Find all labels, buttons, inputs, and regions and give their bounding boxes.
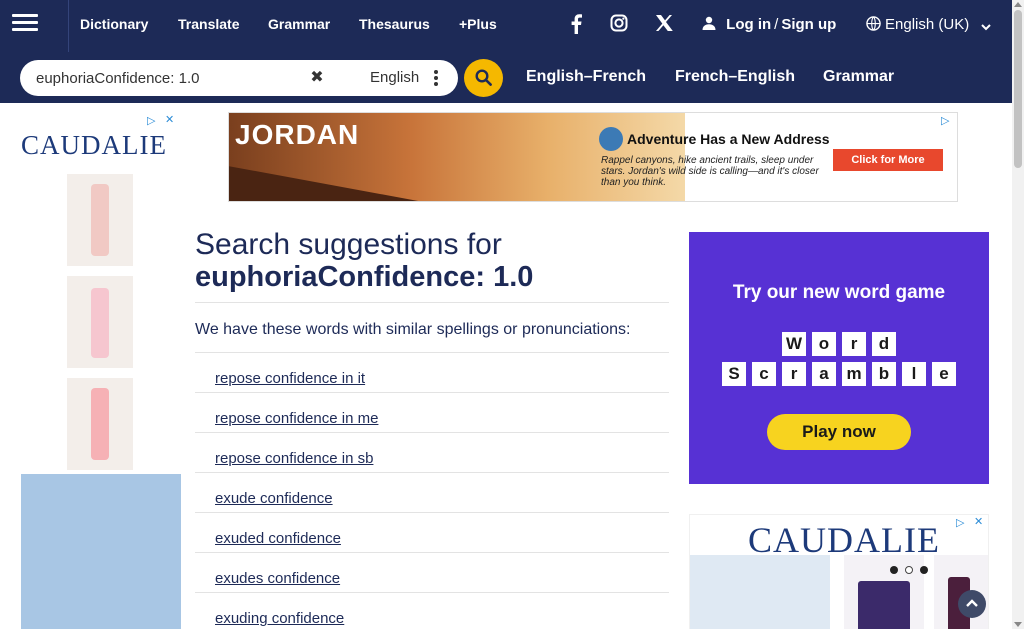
login-link[interactable]: Log in (726, 16, 771, 33)
ad-close-icon[interactable]: ✕ (165, 113, 179, 127)
list-item: repose confidence in sb (195, 432, 669, 472)
facebook-icon[interactable] (562, 14, 590, 36)
suggestions-intro: We have these words with similar spellin… (195, 321, 631, 338)
play-now-button[interactable]: Play now (767, 414, 911, 450)
suggestion-link[interactable]: repose confidence in me (215, 410, 378, 427)
scroll-down-arrow[interactable] (1014, 622, 1022, 627)
tab-english-french[interactable]: English–French (526, 68, 646, 86)
scramble-tiles: Scramble (689, 362, 989, 386)
nav-dictionary[interactable]: Dictionary (80, 16, 148, 32)
ad-product-image (67, 276, 133, 368)
left-ad[interactable]: ▷ ✕ CAUDALIE (19, 112, 181, 629)
top-banner-ad[interactable]: JORDAN Adventure Has a New Address Rappe… (228, 112, 958, 202)
ad-close-icon[interactable]: ✕ (974, 515, 988, 529)
scroll-to-top-button[interactable] (958, 590, 986, 618)
nav-divider (68, 0, 69, 52)
list-item: exuding confidence (195, 592, 669, 629)
list-item: exude confidence (195, 472, 669, 512)
ad-choices-icon[interactable]: ▷ (941, 114, 955, 128)
list-item: exudes confidence (195, 552, 669, 592)
login-separator: / (774, 16, 779, 33)
ad-product-image (67, 174, 133, 266)
ad-product-image (934, 555, 988, 629)
vertical-scrollbar[interactable] (1012, 0, 1024, 629)
dictionary-select[interactable]: English (334, 63, 452, 93)
letter-tile: l (902, 362, 926, 386)
suggestion-link[interactable]: exudes confidence (215, 570, 340, 587)
ad-product-image (67, 378, 133, 470)
more-options-icon (434, 70, 438, 88)
ad-headline: Adventure Has a New Address (627, 131, 830, 147)
letter-tile: r (782, 362, 806, 386)
letter-tile: r (842, 332, 866, 356)
ad-product-image (690, 555, 830, 629)
game-headline: Try our new word game (732, 282, 946, 303)
nav-translate[interactable]: Translate (178, 16, 239, 32)
suggestion-link[interactable]: repose confidence in sb (215, 450, 373, 467)
ad-logo: JORDAN (235, 119, 360, 150)
right-ad[interactable]: ▷ ✕ CAUDALIE (689, 514, 989, 629)
search-query: euphoriaConfidence: 1.0 (195, 261, 534, 293)
ad-subtext: Rappel canyons, hike ancient trails, sle… (601, 155, 819, 188)
scroll-up-arrow[interactable] (1014, 2, 1022, 7)
suggestion-link[interactable]: exude confidence (215, 490, 333, 507)
top-navbar: Dictionary Translate Grammar Thesaurus +… (0, 0, 1012, 52)
instagram-icon[interactable] (605, 14, 633, 36)
word-game-ad[interactable]: Try our new word game Word Scramble Play… (689, 232, 989, 484)
ad-globe-icon (599, 127, 623, 151)
page-title: Search suggestions for (195, 228, 502, 261)
globe-icon (866, 16, 881, 31)
chevron-down-icon (981, 24, 992, 31)
letter-tile: S (722, 362, 746, 386)
dictionary-select-value: English (370, 69, 420, 86)
nav-plus[interactable]: +Plus (459, 16, 497, 32)
ad-choices-icon[interactable]: ▷ (147, 114, 161, 128)
search-box: ✖ English (20, 60, 458, 96)
ad-brand-logo: CAUDALIE (21, 130, 167, 160)
suggestion-link[interactable]: exuding confidence (215, 610, 344, 627)
nav-grammar[interactable]: Grammar (268, 16, 330, 32)
letter-tile: o (812, 332, 836, 356)
tab-grammar[interactable]: Grammar (823, 68, 894, 86)
search-input[interactable] (36, 66, 306, 90)
ad-cta-button[interactable]: Click for More (833, 149, 943, 171)
search-bar-row: ✖ English English–French French–English … (0, 52, 1012, 103)
ad-product-photo (21, 474, 181, 629)
letter-tile: W (782, 332, 806, 356)
letter-tile: c (752, 362, 776, 386)
list-item: exuded confidence (195, 512, 669, 552)
suggestion-link[interactable]: repose confidence in it (215, 370, 365, 387)
letter-tile: d (872, 332, 896, 356)
chevron-up-icon (966, 599, 978, 607)
tab-french-english[interactable]: French–English (675, 68, 795, 86)
login-area: Log in / Sign up (702, 16, 836, 33)
letter-tile: e (932, 362, 956, 386)
language-label: English (UK) (885, 16, 970, 33)
search-button[interactable] (464, 59, 503, 97)
letter-tile: a (812, 362, 836, 386)
user-icon (702, 16, 716, 30)
language-selector[interactable]: English (UK) (866, 16, 995, 33)
x-twitter-icon[interactable] (650, 14, 678, 36)
nav-thesaurus[interactable]: Thesaurus (359, 16, 430, 32)
hamburger-menu-icon[interactable] (10, 10, 40, 38)
letter-tile: m (842, 362, 866, 386)
carousel-dots[interactable] (890, 561, 935, 579)
clear-search-button[interactable]: ✖ (305, 66, 329, 90)
main-content: Search suggestions for euphoriaConfidenc… (195, 228, 669, 629)
suggestion-link[interactable]: exuded confidence (215, 530, 341, 547)
signup-link[interactable]: Sign up (781, 16, 836, 33)
search-icon (475, 69, 492, 86)
word-tiles: Word (689, 332, 989, 356)
list-item: repose confidence in it (195, 352, 669, 392)
letter-tile: b (872, 362, 896, 386)
suggestion-list: repose confidence in it repose confidenc… (195, 352, 669, 629)
ad-choices-icon[interactable]: ▷ (956, 516, 970, 530)
divider (195, 302, 669, 303)
scrollbar-thumb[interactable] (1014, 10, 1022, 168)
list-item: repose confidence in me (195, 392, 669, 432)
